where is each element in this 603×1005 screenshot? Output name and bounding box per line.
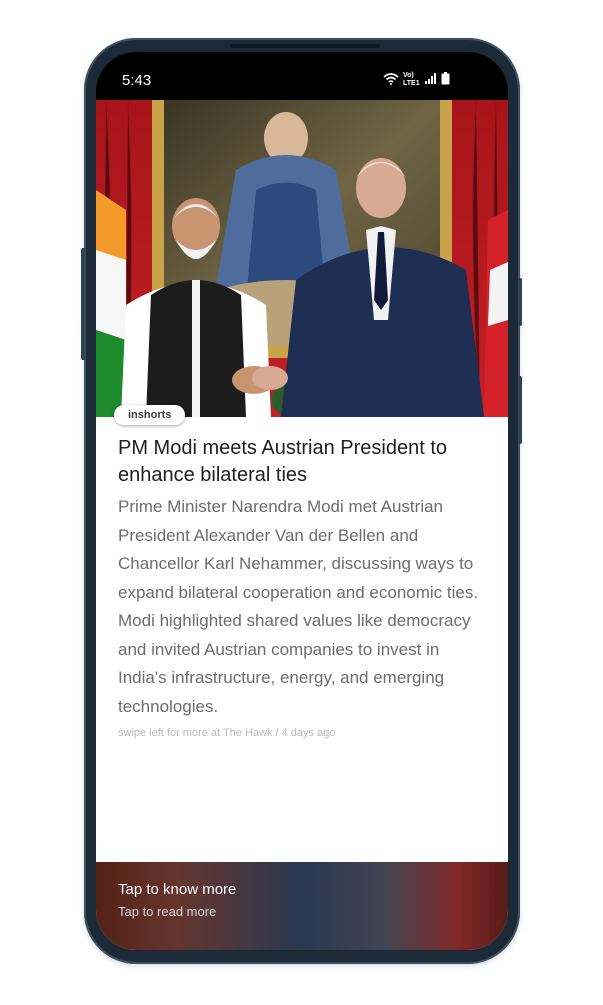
article-photo bbox=[96, 100, 508, 417]
source-tag: inshorts bbox=[114, 405, 186, 425]
tap-to-know-more-banner[interactable]: Tap to know more Tap to read more bbox=[96, 862, 508, 950]
status-time: 5:43 bbox=[122, 72, 152, 89]
battery-icon bbox=[441, 72, 450, 88]
screen: 5:43 Vo) LTE1 inshorts PM Modi meets Aus… bbox=[96, 52, 508, 950]
footer-subtitle: Tap to read more bbox=[118, 904, 217, 919]
article-body: Prime Minister Narendra Modi met Austria… bbox=[118, 497, 479, 716]
wifi-icon bbox=[383, 72, 399, 88]
signal-icon bbox=[425, 73, 437, 87]
article-meta[interactable]: swipe left for more at The Hawk / 4 days… bbox=[118, 727, 335, 739]
side-button bbox=[518, 376, 522, 444]
earpiece bbox=[230, 44, 380, 48]
volume-button bbox=[81, 248, 85, 360]
network-label: Vo) LTE1 bbox=[403, 72, 420, 87]
article-headline: PM Modi meets Austrian President to enha… bbox=[118, 437, 448, 486]
news-card[interactable]: inshorts PM Modi meets Austrian Presiden… bbox=[96, 100, 508, 950]
power-button bbox=[518, 278, 522, 326]
footer-title: Tap to know more bbox=[118, 881, 237, 898]
status-icons: Vo) LTE1 bbox=[383, 72, 450, 88]
status-bar: 5:43 Vo) LTE1 bbox=[96, 52, 508, 100]
